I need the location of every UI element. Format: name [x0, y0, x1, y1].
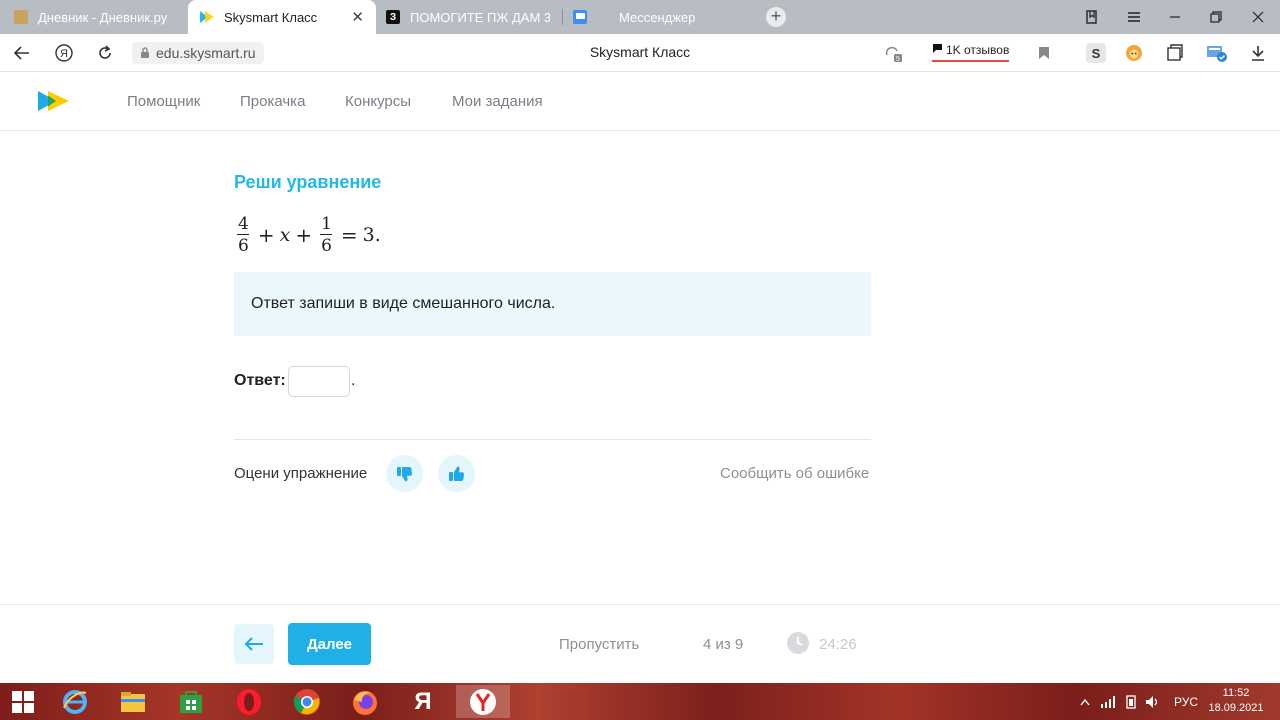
variable-x: x [279, 224, 291, 246]
reviews-label: 1K отзывов [946, 43, 1010, 57]
nav-training[interactable]: Прокачка [240, 93, 305, 110]
progress-counter: 4 из 9 [703, 636, 744, 653]
plus-sign: + [295, 223, 313, 247]
url-field[interactable]: edu.skysmart.ru [132, 42, 264, 64]
fraction-denominator: 6 [238, 235, 249, 256]
equals-sign: = [340, 223, 358, 247]
equation: 4 6 + x + 1 6 = 3. [234, 208, 381, 262]
timer: 24:26 [819, 636, 857, 653]
close-tab-icon[interactable]: ✕ [351, 8, 364, 26]
address-bar: Я edu.skysmart.ru Skysmart Класс 5 1K от… [0, 34, 1280, 72]
minimize-icon[interactable] [1155, 0, 1195, 34]
report-error-link[interactable]: Сообщить об ошибке [720, 465, 869, 482]
tab-label: Skysmart Класс [224, 9, 318, 25]
tab-skysmart[interactable]: Skysmart Класс ✕ [188, 0, 376, 34]
windows-start-icon[interactable] [0, 685, 46, 718]
equation-rhs: 3. [362, 224, 381, 246]
download-icon[interactable] [1247, 42, 1269, 64]
site-header: Помощник Прокачка Конкурсы Мои задания [0, 72, 1280, 131]
znanija-favicon-icon: З [386, 10, 400, 24]
nav-contests[interactable]: Конкурсы [345, 93, 411, 110]
system-clock[interactable]: 11:52 18.09.2021 [1208, 686, 1264, 716]
battery-icon[interactable] [1124, 683, 1138, 720]
fraction-numerator: 1 [321, 213, 332, 234]
clock-date: 18.09.2021 [1208, 702, 1264, 714]
thumbs-up-icon [448, 466, 464, 481]
chrome-icon[interactable] [284, 685, 330, 718]
firefox-icon[interactable] [342, 685, 388, 718]
reviews-badge[interactable]: 1K отзывов [932, 40, 1010, 62]
lock-icon [141, 47, 149, 58]
svg-text:5: 5 [896, 56, 900, 63]
yandex-browser-icon[interactable] [456, 685, 510, 718]
bookmarks-panel-icon[interactable] [1072, 0, 1112, 34]
dnevnik-favicon-icon [14, 10, 28, 24]
mail-extension-icon[interactable] [1206, 42, 1228, 64]
collections-icon[interactable] [1164, 42, 1186, 64]
internet-explorer-icon[interactable] [52, 685, 98, 718]
tab-label: Мессенджер [619, 9, 696, 25]
fraction-2: 1 6 [319, 214, 334, 257]
language-indicator[interactable]: РУС [1174, 683, 1198, 720]
profile-letter: S [1086, 43, 1106, 63]
skip-link[interactable]: Пропустить [559, 636, 639, 653]
next-button[interactable]: Далее [288, 623, 371, 665]
answer-suffix: . [351, 372, 356, 389]
hint-box: Ответ запиши в виде смешанного числа. [234, 272, 871, 336]
windows-taskbar: Я РУС 11:52 18.09.2021 [0, 683, 1280, 720]
rate-label: Оцени упражнение [234, 465, 368, 482]
clock-time: 11:52 [1222, 687, 1250, 699]
tab-messenger[interactable]: Мессенджер [573, 0, 753, 34]
restore-icon[interactable] [1196, 0, 1236, 34]
profile-s-icon[interactable]: S [1085, 42, 1107, 64]
bookmark-icon[interactable] [1033, 42, 1055, 64]
thumbs-down-button[interactable] [386, 455, 423, 492]
messenger-favicon-icon [573, 10, 587, 24]
answer-label: Ответ: [234, 372, 286, 389]
nav-helper[interactable]: Помощник [127, 93, 200, 110]
fraction-numerator: 4 [238, 213, 249, 234]
file-explorer-icon[interactable] [110, 685, 156, 718]
thumbs-down-icon [396, 466, 412, 481]
tab-label: ПОМОГИТЕ ПЖ ДАМ 30 Б [410, 9, 550, 25]
tab-label: Дневник - Дневник.ру [38, 9, 168, 25]
browser-tab-strip: Дневник - Дневник.ру Skysmart Класс ✕ З … [0, 0, 1280, 34]
fraction-denominator: 6 [321, 235, 332, 256]
back-button[interactable] [234, 624, 274, 664]
answer-input[interactable] [288, 366, 350, 397]
new-tab-button[interactable]: + [766, 7, 786, 27]
fraction-1: 4 6 [236, 214, 251, 257]
nav-my-tasks[interactable]: Мои задания [452, 93, 543, 110]
opera-icon[interactable] [226, 685, 272, 718]
clock-icon [787, 632, 809, 654]
tab-znanija[interactable]: З ПОМОГИТЕ ПЖ ДАМ 30 Б [386, 0, 554, 34]
thumbs-up-button[interactable] [438, 455, 475, 492]
store-icon[interactable] [168, 685, 214, 718]
svg-text:Я: Я [60, 48, 68, 60]
skysmart-favicon-icon [200, 10, 214, 24]
skysmart-logo-icon[interactable] [38, 89, 70, 113]
tab-separator [562, 9, 563, 25]
task-title: Реши уравнение [234, 172, 382, 192]
divider [234, 439, 871, 440]
task-footer: Далее Пропустить 4 из 9 24:26 [0, 604, 1280, 683]
protect-icon[interactable]: 5 [882, 42, 904, 64]
arrow-left-icon [244, 637, 263, 651]
hint-text: Ответ запиши в виде смешанного числа. [251, 295, 556, 312]
tab-dnevnik[interactable]: Дневник - Дневник.ру [14, 0, 186, 34]
yandex-home-icon[interactable]: Я [52, 41, 76, 65]
network-icon[interactable] [1100, 683, 1116, 720]
tray-expand-icon[interactable] [1080, 683, 1090, 720]
close-window-icon[interactable] [1238, 0, 1278, 34]
menu-icon[interactable] [1114, 0, 1154, 34]
volume-icon[interactable] [1145, 683, 1161, 720]
reload-icon[interactable] [93, 41, 117, 65]
extension-avatar-icon[interactable] [1123, 42, 1145, 64]
back-arrow-icon[interactable] [10, 41, 34, 65]
yandex-app-icon[interactable]: Я [400, 685, 446, 718]
speech-bubble-icon [932, 43, 943, 57]
url-text: edu.skysmart.ru [156, 45, 256, 61]
plus-sign: + [257, 223, 275, 247]
